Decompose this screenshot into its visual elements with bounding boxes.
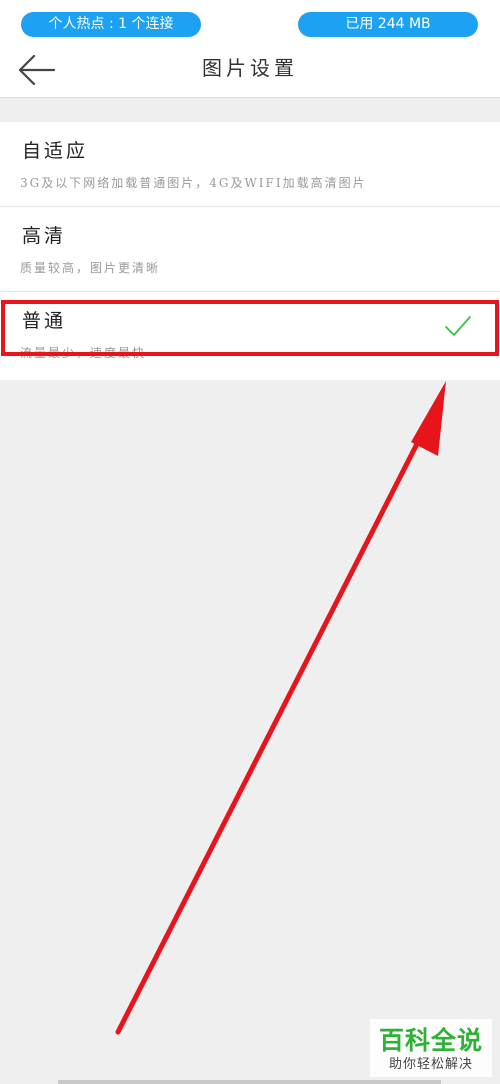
option-description: 质量较高，图片更清晰 <box>20 261 161 275</box>
watermark-subtitle: 助你轻松解决 <box>388 1057 473 1072</box>
hotspot-status-pill: 个人热点 : 1 个连接 <box>21 12 201 37</box>
option-high-definition[interactable]: 高清 质量较高，图片更清晰 <box>0 207 500 292</box>
option-title: 自适应 <box>22 140 89 162</box>
image-quality-options: 自适应 3G及以下网络加载普通图片，4G及WIFI加载高清图片 高清 质量较高，… <box>0 122 500 380</box>
status-bar: 个人热点 : 1 个连接 已用 244 MB <box>0 0 500 46</box>
watermark-logo: 百科全说 助你轻松解决 <box>370 1019 492 1077</box>
option-description: 3G及以下网络加载普通图片，4G及WIFI加载高清图片 <box>20 176 367 190</box>
back-button[interactable] <box>14 52 60 88</box>
option-adaptive[interactable]: 自适应 3G及以下网络加载普通图片，4G及WIFI加载高清图片 <box>0 122 500 207</box>
option-description: 流量最少，速度最快 <box>20 346 147 360</box>
nav-bar: 图片设置 <box>0 46 500 98</box>
checkmark-icon <box>445 316 471 336</box>
option-title: 普通 <box>22 310 67 332</box>
bottom-strip <box>58 1080 441 1084</box>
page-title: 图片设置 <box>202 56 298 80</box>
option-title: 高清 <box>22 225 67 247</box>
option-normal[interactable]: 普通 流量最少，速度最快 <box>0 292 500 380</box>
data-usage-pill: 已用 244 MB <box>298 12 478 37</box>
watermark-title: 百科全说 <box>378 1026 483 1055</box>
arrow-left-icon <box>18 54 56 86</box>
